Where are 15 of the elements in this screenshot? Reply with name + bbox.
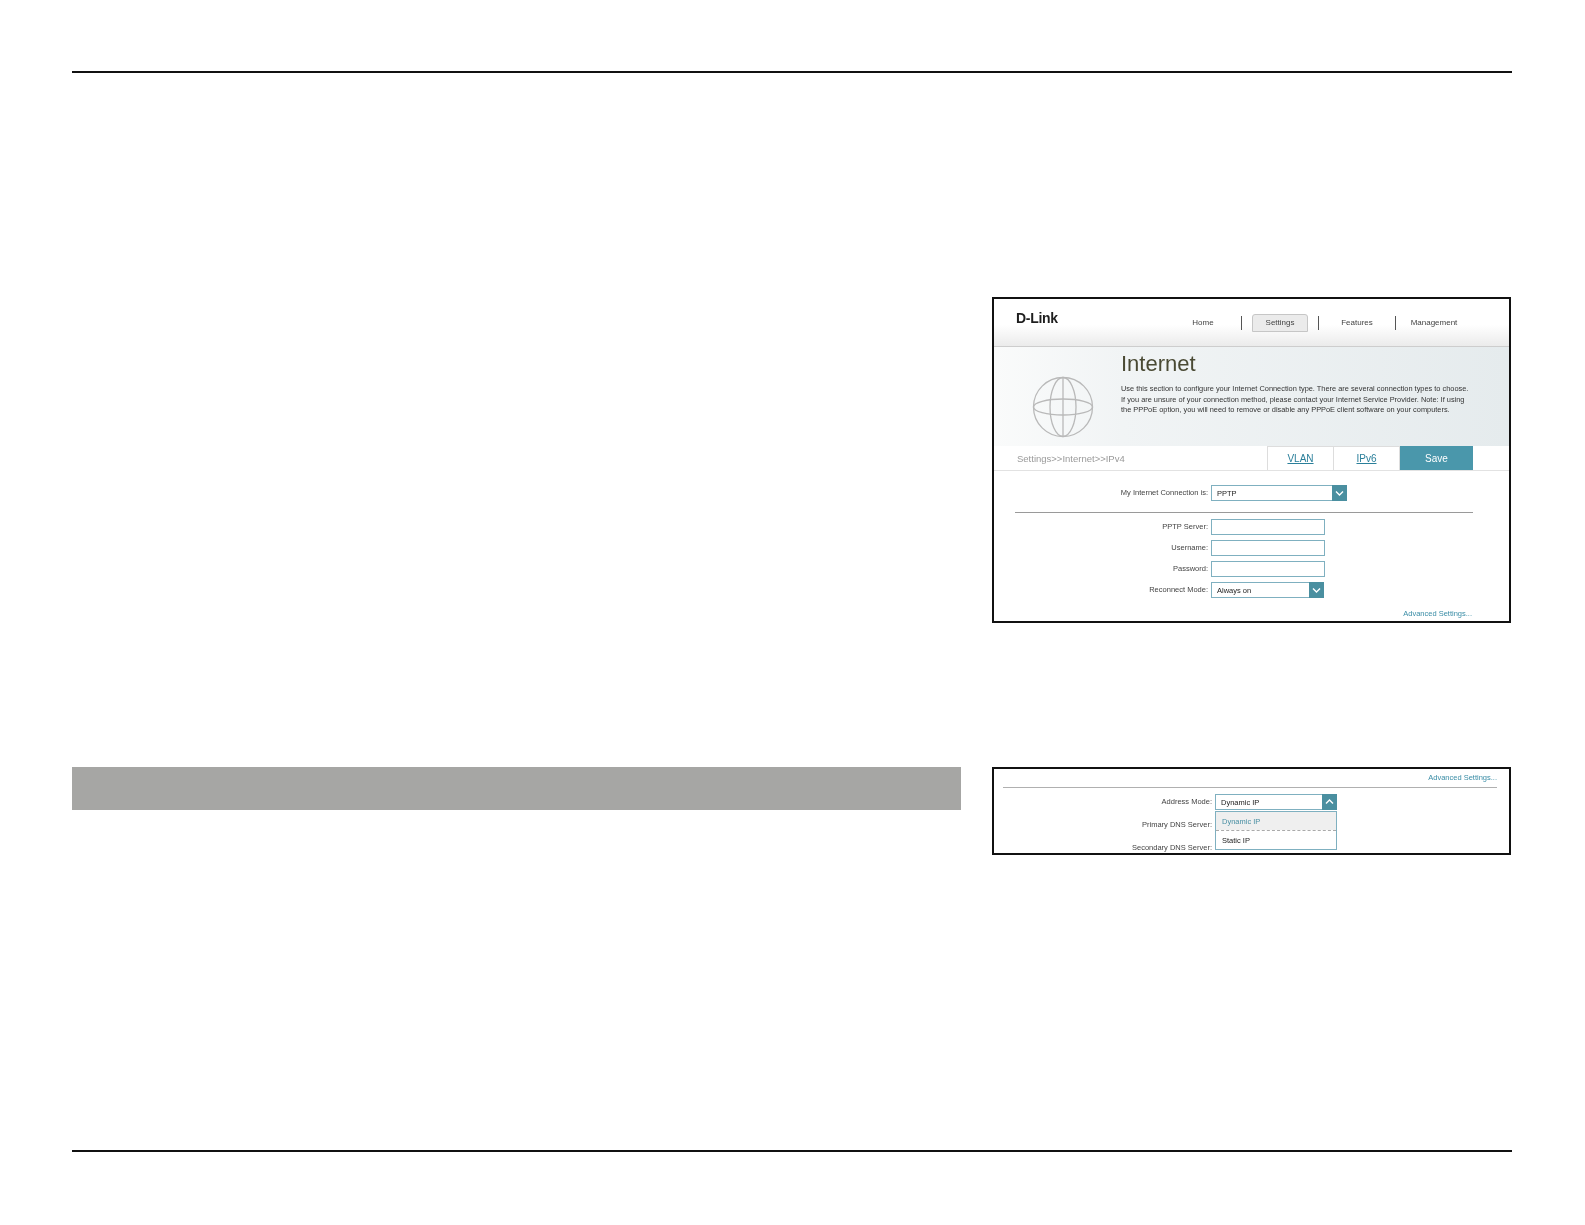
nav-tab[interactable]: Features bbox=[1329, 313, 1385, 332]
logo: D-Link bbox=[1016, 310, 1058, 326]
tab-link[interactable]: VLAN bbox=[1267, 446, 1334, 470]
page-title: Internet bbox=[1121, 352, 1197, 376]
input-field[interactable] bbox=[1211, 561, 1325, 577]
nav-tab[interactable]: Home bbox=[1175, 313, 1231, 332]
nav-tab[interactable]: Management bbox=[1406, 313, 1462, 332]
globe-icon bbox=[1032, 376, 1094, 438]
nav-tab[interactable]: Settings bbox=[1252, 313, 1308, 332]
chevron-down-icon bbox=[1309, 582, 1324, 598]
input-field[interactable] bbox=[1211, 540, 1325, 556]
breadcrumb: Settings>>Internet>>IPv4 bbox=[1017, 452, 1125, 464]
input-field[interactable] bbox=[1211, 519, 1325, 535]
tab-link[interactable]: IPv6 bbox=[1333, 446, 1400, 470]
chevron-down-icon bbox=[1332, 485, 1347, 501]
